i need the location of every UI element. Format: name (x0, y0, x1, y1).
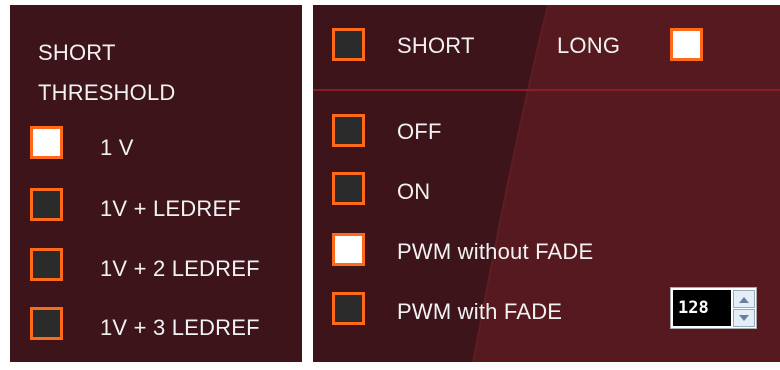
threshold-1v-2ledref-checkbox[interactable] (30, 248, 63, 281)
threshold-1v-ledref-checkbox[interactable] (30, 188, 63, 221)
threshold-1v-ledref-label: 1V + LEDREF (100, 196, 241, 221)
short-label: SHORT (397, 33, 475, 58)
long-label: LONG (557, 33, 621, 58)
mode-pwm-no-fade-checkbox[interactable] (332, 233, 365, 266)
short-threshold-title-text: SHORT THRESHOLD (38, 40, 176, 105)
short-threshold-panel: SHORT THRESHOLD 1 V 1V + LEDREF 1V + 2 L… (10, 5, 302, 362)
threshold-1v-2ledref-label: 1V + 2 LEDREF (100, 256, 260, 281)
short-checkbox[interactable] (332, 28, 365, 61)
mode-off-label: OFF (397, 119, 442, 144)
threshold-1v-3ledref-label: 1V + 3 LEDREF (100, 315, 260, 340)
pwm-value-input[interactable]: 128 (673, 290, 731, 326)
mode-on-label: ON (397, 179, 431, 204)
mode-pwm-fade-label: PWM with FADE (397, 299, 563, 324)
threshold-1v-label: 1 V (100, 135, 134, 160)
spin-up-button[interactable] (733, 290, 755, 308)
arrow-up-icon (739, 297, 749, 303)
short-threshold-title: SHORT THRESHOLD (38, 33, 208, 113)
long-checkbox[interactable] (670, 28, 703, 61)
pwm-value-spinner[interactable]: 128 (670, 287, 757, 329)
spin-down-button[interactable] (733, 309, 755, 327)
arrow-down-icon (739, 315, 749, 321)
threshold-1v-checkbox[interactable] (30, 126, 63, 159)
mode-off-checkbox[interactable] (332, 114, 365, 147)
mode-panel: SHORT LONG OFF ON PWM without FADE PWM w… (313, 5, 780, 362)
mode-pwm-fade-checkbox[interactable] (332, 292, 365, 325)
section-divider (313, 89, 780, 91)
mode-pwm-no-fade-label: PWM without FADE (397, 239, 594, 264)
mode-on-checkbox[interactable] (332, 172, 365, 205)
threshold-1v-3ledref-checkbox[interactable] (30, 307, 63, 340)
